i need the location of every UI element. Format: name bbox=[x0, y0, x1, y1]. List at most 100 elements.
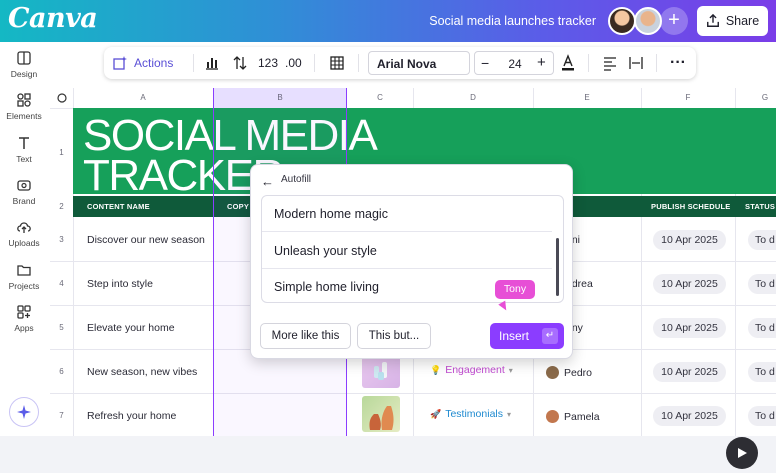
assignee-name: Pamela bbox=[564, 410, 600, 423]
font-size-value[interactable]: 24 bbox=[505, 57, 525, 71]
status-badge[interactable]: To d bbox=[748, 406, 776, 426]
column-header-f[interactable]: F bbox=[641, 88, 735, 108]
row-number[interactable]: 4 bbox=[50, 279, 73, 288]
header-status[interactable]: STATUS bbox=[737, 196, 776, 217]
divider bbox=[193, 54, 194, 72]
column-header-e[interactable]: E bbox=[533, 88, 641, 108]
sidebar-item-text[interactable]: Text bbox=[0, 135, 48, 164]
canva-logo[interactable]: Canva bbox=[8, 3, 98, 34]
actions-label: Actions bbox=[134, 56, 174, 70]
sidebar-item-design[interactable]: Design bbox=[0, 50, 48, 79]
content-thumbnail[interactable] bbox=[362, 396, 400, 432]
sidebar-item-uploads[interactable]: Uploads bbox=[0, 219, 48, 248]
header-publish-schedule[interactable]: PUBLISH SCHEDULE bbox=[643, 196, 737, 217]
chevron-down-icon: ▾ bbox=[508, 365, 513, 375]
content-type-tag[interactable]: 🚀 Testimonials ▾ bbox=[430, 408, 511, 420]
assignee-cell[interactable]: Pamela bbox=[546, 410, 600, 423]
select-all-icon[interactable] bbox=[57, 93, 67, 103]
increase-size-button[interactable]: + bbox=[537, 54, 546, 71]
sidebar-item-label: Uploads bbox=[8, 238, 40, 248]
avatar bbox=[546, 366, 559, 379]
publish-date[interactable]: 10 Apr 2025 bbox=[653, 362, 726, 382]
sidebar-item-label: Text bbox=[16, 154, 32, 164]
magic-assistant-button[interactable] bbox=[9, 397, 39, 427]
publish-date[interactable]: 10 Apr 2025 bbox=[653, 318, 726, 338]
content-name-cell[interactable]: Refresh your home bbox=[87, 410, 176, 422]
status-badge[interactable]: To d bbox=[748, 362, 776, 382]
publish-date[interactable]: 10 Apr 2025 bbox=[653, 406, 726, 426]
share-icon bbox=[706, 14, 719, 27]
lightbulb-icon: 💡 bbox=[430, 364, 442, 375]
row-number[interactable]: 7 bbox=[50, 411, 73, 420]
back-arrow-icon[interactable]: ← bbox=[261, 174, 274, 189]
sidebar-item-elements[interactable]: Elements bbox=[0, 92, 48, 121]
sort-button[interactable] bbox=[232, 47, 248, 79]
sidebar-item-brand[interactable]: Brand bbox=[0, 177, 48, 206]
status-badge[interactable]: To d bbox=[748, 318, 776, 338]
more-like-this-button[interactable]: More like this bbox=[260, 323, 351, 349]
font-size-stepper[interactable]: − 24 + bbox=[474, 51, 554, 75]
sidebar-item-label: Projects bbox=[8, 281, 40, 291]
font-family-select[interactable]: Arial Nova bbox=[368, 51, 470, 75]
divider bbox=[358, 54, 359, 72]
insert-label: Insert bbox=[499, 329, 530, 343]
align-button[interactable] bbox=[602, 47, 618, 79]
content-type-tag[interactable]: 💡 Engagement ▾ bbox=[430, 364, 513, 376]
collaborator-avatar[interactable] bbox=[634, 7, 662, 35]
floating-toolbar: Actions 123 .00 Arial Nova − 24 + ··· bbox=[104, 47, 696, 79]
content-name-cell[interactable]: Discover our new season bbox=[87, 234, 205, 246]
status-badge[interactable]: To d bbox=[748, 230, 776, 250]
rocket-icon: 🚀 bbox=[430, 408, 442, 419]
row-number[interactable]: 2 bbox=[50, 202, 73, 211]
play-button[interactable] bbox=[726, 437, 758, 469]
number-format-button[interactable]: 123 bbox=[258, 47, 278, 79]
play-icon bbox=[738, 448, 747, 458]
sidebar-item-projects[interactable]: Projects bbox=[0, 262, 48, 291]
suggestion-option[interactable]: Unleash your style bbox=[262, 233, 552, 269]
content-name-cell[interactable]: Elevate your home bbox=[87, 322, 175, 334]
suggestion-option[interactable]: Modern home magic bbox=[262, 196, 552, 232]
column-header-g[interactable]: G bbox=[735, 88, 776, 108]
bar-chart-icon bbox=[206, 58, 218, 70]
decimal-format-button[interactable]: .00 bbox=[285, 47, 302, 79]
elements-icon bbox=[17, 93, 31, 107]
chart-button[interactable] bbox=[204, 47, 220, 79]
actions-button[interactable]: Actions bbox=[112, 47, 173, 79]
content-name-cell[interactable]: Step into style bbox=[87, 278, 153, 290]
column-header-d[interactable]: D bbox=[413, 88, 533, 108]
status-badge[interactable]: To d bbox=[748, 274, 776, 294]
assignee-name: Pedro bbox=[564, 366, 593, 379]
scrollbar[interactable] bbox=[556, 238, 559, 296]
sparkle-icon bbox=[17, 405, 31, 419]
document-title[interactable]: Social media launches tracker bbox=[420, 14, 596, 28]
chevron-down-icon: ▾ bbox=[507, 409, 512, 419]
publish-date[interactable]: 10 Apr 2025 bbox=[653, 230, 726, 250]
vases-image bbox=[369, 406, 394, 430]
text-color-button[interactable] bbox=[560, 47, 576, 79]
share-button[interactable]: Share bbox=[697, 6, 768, 36]
collaborator-avatar[interactable] bbox=[608, 7, 636, 35]
divider bbox=[314, 54, 315, 72]
insert-button[interactable]: Insert ↵ bbox=[490, 323, 564, 349]
column-header-c[interactable]: C bbox=[347, 88, 413, 108]
content-name-cell[interactable]: New season, new vibes bbox=[87, 366, 197, 378]
this-but-button[interactable]: This but... bbox=[357, 323, 431, 349]
avatar bbox=[546, 410, 559, 423]
popup-title: Autofill bbox=[281, 174, 312, 185]
decrease-size-button[interactable]: − bbox=[481, 55, 489, 71]
spacing-button[interactable] bbox=[628, 47, 644, 79]
publish-date[interactable]: 10 Apr 2025 bbox=[653, 274, 726, 294]
row-number[interactable]: 1 bbox=[50, 148, 73, 157]
sidebar-item-apps[interactable]: Apps bbox=[0, 304, 48, 333]
table-button[interactable] bbox=[329, 47, 345, 79]
header-content-name[interactable]: CONTENT NAME bbox=[79, 196, 213, 217]
design-icon bbox=[17, 51, 31, 65]
row-number[interactable]: 5 bbox=[50, 323, 73, 332]
assignee-cell[interactable]: Pedro bbox=[546, 366, 592, 379]
add-collaborator-button[interactable]: + bbox=[660, 7, 688, 35]
row-number[interactable]: 6 bbox=[50, 367, 73, 376]
more-options-button[interactable]: ··· bbox=[670, 47, 686, 79]
column-header-a[interactable]: A bbox=[73, 88, 213, 108]
row-number[interactable]: 3 bbox=[50, 235, 73, 244]
autofill-popup: ← Autofill Modern home magic Unleash you… bbox=[250, 164, 573, 359]
